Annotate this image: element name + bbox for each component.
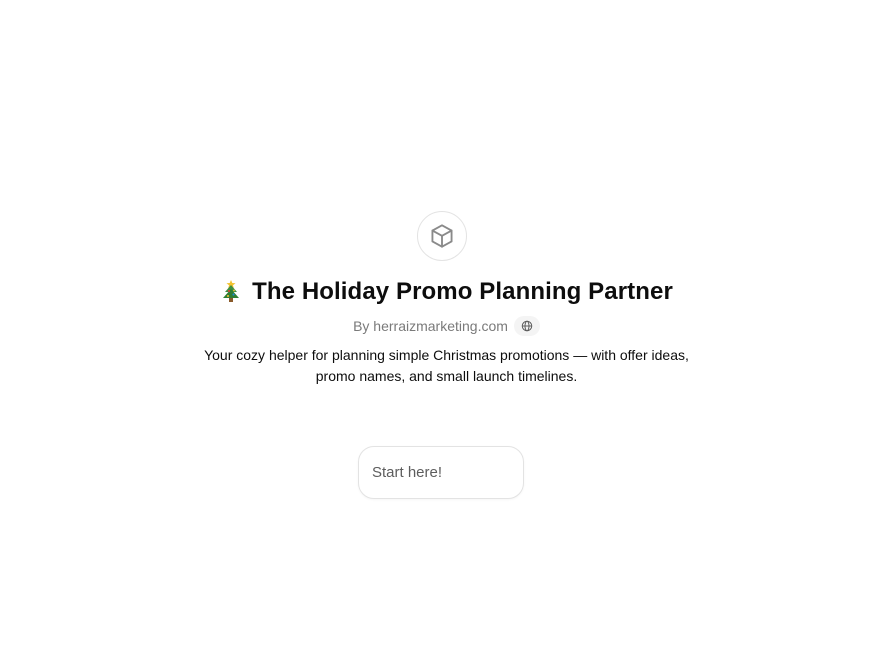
gpt-title: The Holiday Promo Planning Partner (252, 278, 673, 305)
gpt-intro-page: The Holiday Promo Planning Partner By he… (0, 0, 893, 647)
author-link[interactable]: By herraizmarketing.com (353, 316, 508, 336)
christmas-tree-icon (220, 279, 242, 312)
globe-icon (521, 320, 533, 332)
gpt-byline: By herraizmarketing.com (0, 316, 893, 336)
conversation-starter-label: Start here! (372, 464, 443, 481)
conversation-starter-button[interactable]: Start here! (358, 446, 524, 499)
gpt-avatar (417, 211, 467, 261)
cube-icon (431, 224, 453, 248)
website-button[interactable] (513, 316, 540, 336)
gpt-title-row: The Holiday Promo Planning Partner (0, 276, 893, 312)
gpt-description: Your cozy helper for planning simple Chr… (204, 347, 689, 384)
